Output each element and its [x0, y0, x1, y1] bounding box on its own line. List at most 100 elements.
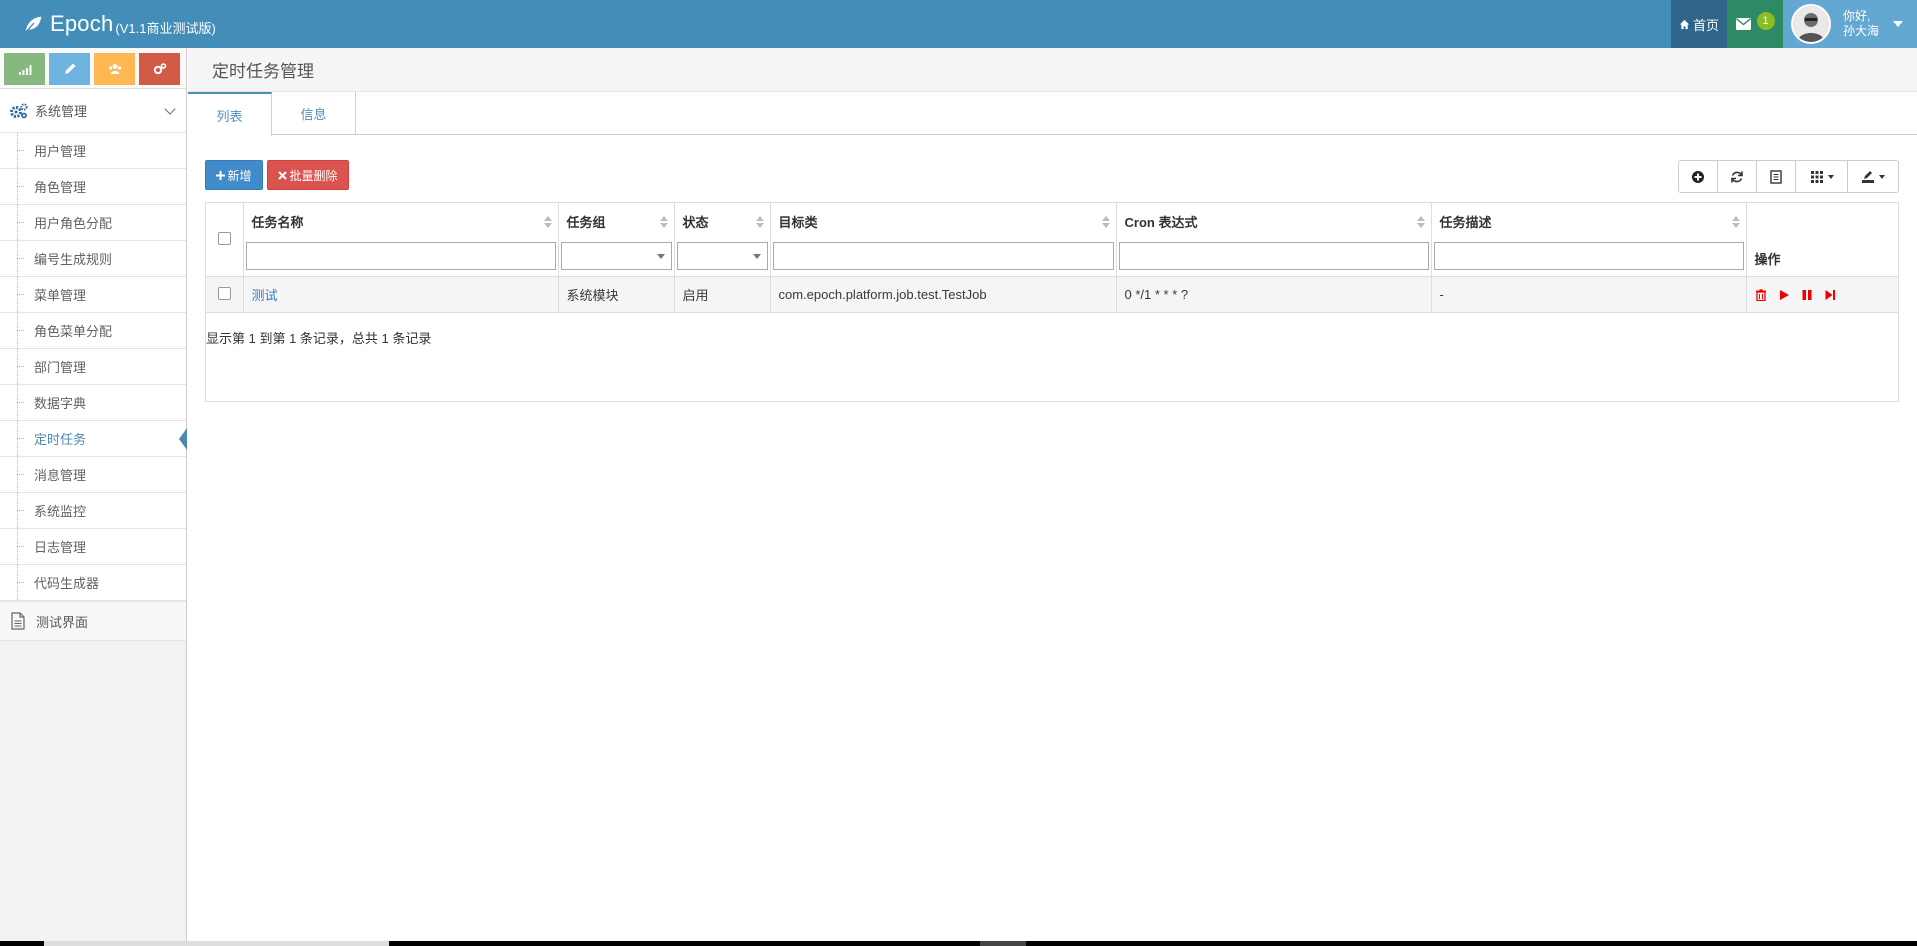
columns-toggle-button[interactable] — [1796, 161, 1848, 192]
sortable-header[interactable]: 任务组 — [559, 203, 674, 240]
plus-circle-icon — [1692, 170, 1704, 183]
export-button[interactable] — [1848, 161, 1898, 192]
select-all-checkbox[interactable] — [217, 231, 231, 245]
sortable-header[interactable]: 状态 — [675, 203, 770, 240]
grid-icon — [1810, 170, 1823, 183]
sidebar-item-code-generator[interactable]: 代码生成器 — [0, 565, 186, 601]
sidebar-item-numbering-rules[interactable]: 编号生成规则 — [0, 241, 186, 277]
trash-icon[interactable] — [1755, 288, 1767, 301]
shortcut-users-button[interactable] — [94, 53, 135, 85]
sidebar-item-user-roles[interactable]: 用户角色分配 — [0, 205, 186, 241]
sidebar-item-messages[interactable]: 消息管理 — [0, 457, 186, 493]
sort-icon — [1416, 216, 1425, 228]
play-icon[interactable] — [1778, 289, 1790, 301]
scrollbar-thumb[interactable] — [980, 941, 1026, 946]
cogs-icon — [10, 102, 28, 118]
tab-list[interactable]: 列表 — [188, 92, 272, 136]
pagination-info: 显示第 1 到第 1 条记录，总共 1 条记录 — [206, 331, 432, 346]
column-label: 任务组 — [566, 215, 606, 230]
app-name: Epoch — [50, 11, 114, 36]
tab-label: 列表 — [216, 108, 243, 124]
column-label: 状态 — [682, 215, 709, 230]
toggle-view-button[interactable] — [1757, 161, 1796, 192]
cell-cron: 0 */1 * * * ? — [1116, 276, 1432, 313]
status-filter-select[interactable] — [676, 242, 768, 270]
sidebar-item-menus[interactable]: 菜单管理 — [0, 277, 186, 313]
column-header-cron: Cron 表达式 — [1116, 203, 1432, 277]
add-label: 新增 — [227, 168, 252, 183]
sortable-header[interactable]: 任务描述 — [1432, 203, 1746, 240]
user-menu[interactable]: 你好, 孙大海 — [1783, 0, 1917, 48]
home-label: 首页 — [1692, 17, 1719, 33]
cell-task-group: 系统模块 — [558, 276, 675, 313]
shortcut-edit-button[interactable] — [49, 53, 90, 85]
add-button[interactable]: 新增 — [205, 160, 263, 190]
task-name-link[interactable]: 测试 — [252, 288, 278, 303]
cell-task-name: 测试 — [243, 276, 559, 313]
messages-button[interactable]: 1 — [1727, 0, 1783, 48]
sidebar-test-label: 测试界面 — [36, 614, 89, 630]
row-checkbox[interactable] — [217, 286, 231, 300]
sortable-header[interactable]: 目标类 — [771, 203, 1116, 240]
pause-icon[interactable] — [1801, 289, 1813, 301]
scrollbar-track-segment — [44, 941, 389, 946]
column-label: 任务描述 — [1439, 215, 1492, 230]
refresh-button[interactable] — [1718, 161, 1757, 192]
avatar — [1791, 4, 1831, 44]
sidebar-item-monitoring[interactable]: 系统监控 — [0, 493, 186, 529]
cell-target-class: com.epoch.platform.job.test.TestJob — [770, 276, 1117, 313]
sidebar-item-label: 角色菜单分配 — [34, 324, 113, 339]
export-icon — [1862, 170, 1874, 183]
sidebar-item-test-page[interactable]: 测试界面 — [0, 601, 186, 641]
caret-down-icon — [1879, 174, 1885, 179]
brand[interactable]: Epoch (V1.1商业测试版) — [0, 0, 216, 48]
sort-icon — [1731, 216, 1740, 228]
caret-down-icon — [1893, 21, 1904, 27]
sidebar-item-dictionary[interactable]: 数据字典 — [0, 385, 186, 421]
signal-icon — [18, 65, 31, 75]
table-row: 测试 系统模块 启用 com.epoch.platform.job.test.T… — [206, 276, 1898, 313]
task-group-filter-select[interactable] — [560, 242, 672, 270]
column-label: 目标类 — [778, 215, 818, 230]
bottom-scrollbar — [0, 941, 1917, 946]
sidebar-item-label: 数据字典 — [34, 396, 87, 411]
sort-icon — [543, 216, 552, 228]
home-button[interactable]: 首页 — [1671, 0, 1727, 48]
advanced-search-button[interactable] — [1679, 161, 1718, 192]
sidebar-item-label: 用户角色分配 — [34, 216, 113, 231]
step-forward-icon[interactable] — [1824, 289, 1836, 301]
sort-icon — [755, 216, 764, 228]
sidebar-submenu: 用户管理 角色管理 用户角色分配 编号生成规则 菜单管理 角色菜单分配 部门管理… — [0, 133, 187, 601]
cell-actions — [1746, 276, 1898, 313]
cron-filter-input[interactable] — [1118, 242, 1429, 270]
sidebar-group-system[interactable]: 系统管理 — [0, 89, 186, 133]
sidebar-item-users[interactable]: 用户管理 — [0, 133, 186, 169]
close-icon — [278, 170, 288, 180]
caret-down-icon — [1827, 174, 1834, 179]
sidebar-item-scheduled-tasks[interactable]: 定时任务 — [0, 421, 187, 457]
target-class-filter-input[interactable] — [772, 242, 1114, 270]
list-alt-icon — [1770, 169, 1782, 184]
sidebar-item-label: 部门管理 — [34, 360, 87, 375]
sortable-header[interactable]: Cron 表达式 — [1117, 203, 1431, 240]
task-name-filter-input[interactable] — [245, 242, 556, 270]
sidebar-item-label: 代码生成器 — [34, 576, 100, 591]
sidebar-item-departments[interactable]: 部门管理 — [0, 349, 186, 385]
sortable-header[interactable]: 任务名称 — [244, 203, 558, 240]
shortcut-settings-button[interactable] — [139, 53, 180, 85]
sidebar-item-label: 用户管理 — [34, 144, 87, 159]
tab-info[interactable]: 信息 — [272, 92, 356, 135]
row-select-cell — [206, 276, 244, 313]
shortcut-stats-button[interactable] — [4, 53, 45, 85]
sidebar-item-role-menus[interactable]: 角色菜单分配 — [0, 313, 186, 349]
batch-delete-button[interactable]: 批量删除 — [267, 160, 349, 190]
description-filter-input[interactable] — [1433, 242, 1744, 270]
sidebar-item-logs[interactable]: 日志管理 — [0, 529, 186, 565]
users-icon — [108, 64, 121, 74]
sidebar-item-roles[interactable]: 角色管理 — [0, 169, 186, 205]
table-tools — [1678, 160, 1899, 193]
list-panel: 新增 批量删除 任务名称 任务组 状态 目标类 Cron 表达式 任务描述 操作… — [205, 160, 1899, 402]
page-header: 定时任务管理 — [188, 48, 1917, 92]
column-header-status: 状态 — [674, 203, 771, 277]
sort-icon — [659, 216, 668, 228]
